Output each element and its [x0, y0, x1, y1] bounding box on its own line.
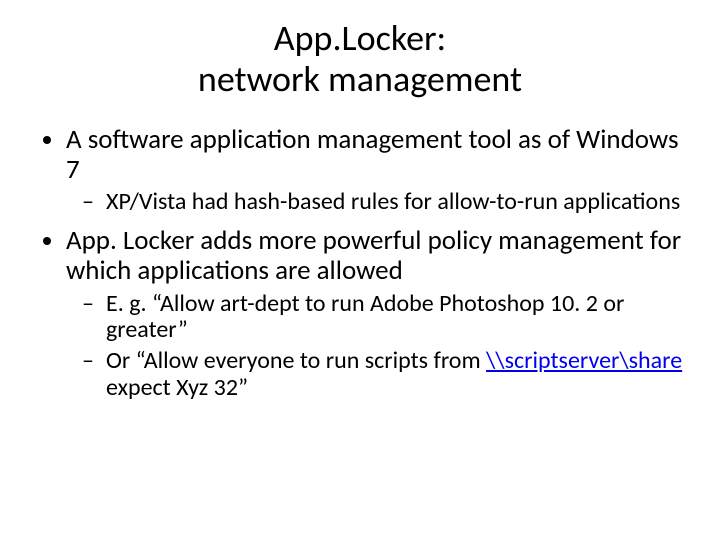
unc-path-link[interactable]: \\scriptserver\share [486, 346, 682, 375]
bullet-text: E. g. “Allow art-dept to run Adobe Photo… [106, 289, 624, 345]
bullet-text: XP/Vista had hash-based rules for allow-… [106, 187, 680, 216]
bullet-text: A software application management tool a… [66, 123, 679, 186]
slide: App.Locker: network management A softwar… [0, 0, 720, 540]
list-item: App. Locker adds more powerful policy ma… [66, 226, 690, 402]
slide-title: App.Locker: network management [30, 18, 690, 101]
list-item: Or “Allow everyone to run scripts from \… [106, 348, 690, 402]
list-item: A software application management tool a… [66, 125, 690, 216]
title-line-1: App.Locker: [274, 16, 446, 60]
bullet-list: A software application management tool a… [30, 125, 690, 402]
sub-list: E. g. “Allow art-dept to run Adobe Photo… [66, 291, 690, 403]
bullet-text-suffix: expect Xyz 32” [106, 373, 248, 402]
bullet-text-prefix: Or “Allow everyone to run scripts from [106, 346, 486, 375]
list-item: E. g. “Allow art-dept to run Adobe Photo… [106, 291, 690, 345]
list-item: XP/Vista had hash-based rules for allow-… [106, 189, 690, 216]
sub-list: XP/Vista had hash-based rules for allow-… [66, 189, 690, 216]
bullet-text: App. Locker adds more powerful policy ma… [66, 224, 681, 287]
title-line-2: network management [198, 57, 522, 101]
